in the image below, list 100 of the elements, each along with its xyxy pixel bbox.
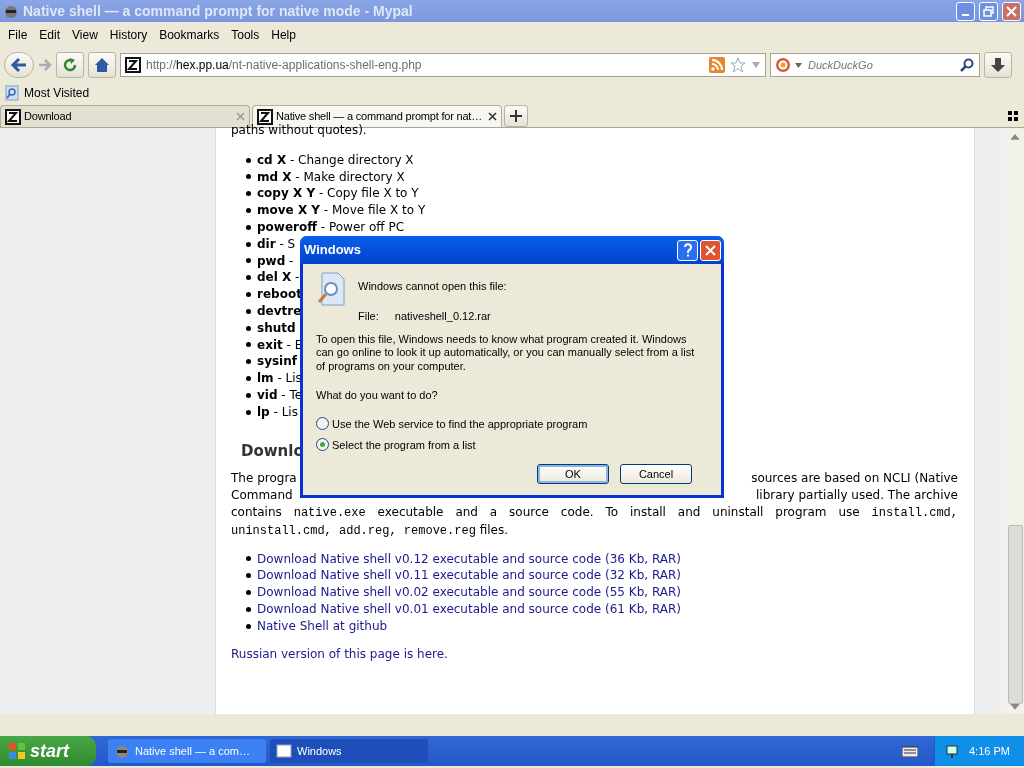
list-item: reboot (257, 286, 302, 303)
bullet-icon (246, 359, 251, 365)
close-icon[interactable] (488, 112, 497, 121)
bullet-icon (246, 292, 251, 298)
start-button[interactable]: start (0, 736, 96, 766)
radio-option[interactable]: Select the program from a list (316, 434, 476, 456)
restore-button[interactable] (979, 1, 998, 21)
close-icon (1006, 5, 1017, 17)
star-icon[interactable] (730, 57, 746, 73)
list-item: sysinf (257, 353, 297, 371)
home-icon (94, 57, 110, 73)
list-item: move X Y - Move file X to Y (257, 202, 426, 219)
download-link[interactable]: Download Native shell v0.01 executable and source code (61 Kb, RAR) (257, 600, 681, 618)
grid-icon[interactable] (1008, 111, 1018, 121)
document-search-icon (316, 272, 348, 308)
scroll-up-icon[interactable] (1010, 134, 1020, 140)
paragraph-text: Command (231, 487, 293, 504)
bullet-icon (246, 191, 251, 197)
bullet-icon (246, 623, 251, 629)
list-item: md X - Make directory X (257, 168, 405, 186)
taskbar-button[interactable]: Native shell — a com… (108, 739, 266, 763)
dialog-title: Windows (304, 241, 362, 260)
question-icon (682, 243, 693, 257)
window-title: Native shell — a command prompt for native mode - Mypal (23, 1, 413, 21)
download-link[interactable]: Native Shell at github (257, 617, 388, 635)
download-arrow-icon (990, 57, 1006, 73)
dialog-button[interactable]: Cancel (620, 464, 692, 485)
list-item: dir - S (257, 235, 296, 253)
restore-icon (983, 5, 994, 17)
bullet-icon (246, 556, 251, 562)
bullet-icon (246, 174, 251, 180)
bullet-icon (246, 409, 251, 415)
dialog-question: What do you want to do? (316, 387, 439, 403)
site-icon (257, 108, 273, 125)
list-item: devtre (257, 302, 302, 320)
list-item: del X - (257, 269, 300, 287)
help-button[interactable] (677, 239, 698, 261)
browser-tab[interactable]: Download (0, 105, 250, 127)
taskbar-button[interactable]: Windows (270, 739, 428, 763)
menu-item[interactable]: View (66, 26, 104, 44)
radio-button[interactable] (316, 417, 329, 431)
new-tab-button[interactable] (504, 105, 528, 127)
bullet-icon (246, 258, 251, 264)
bullet-icon (246, 308, 251, 314)
menu-item[interactable]: Edit (33, 26, 67, 44)
dialog-button[interactable]: OK (537, 464, 609, 485)
home-button[interactable] (88, 52, 116, 78)
reload-icon (62, 57, 78, 73)
dialog-body-text: To open this file, Windows needs to know what program created it. Windows can go online to look it up automatically, or you can manually select from a list of programs on your computer. (316, 333, 696, 373)
download-link[interactable]: Download Native shell v0.12 executable and source code (36 Kb, RAR) (257, 550, 681, 568)
bullet-icon (246, 241, 251, 247)
scrollbar-thumb[interactable] (1007, 524, 1023, 705)
caret-icon (795, 62, 802, 68)
radio-option[interactable]: Use the Web service to find the appropriate program (316, 413, 588, 435)
download-button[interactable] (984, 52, 1012, 78)
close-button[interactable] (700, 239, 721, 261)
menu-item[interactable]: File (2, 26, 34, 44)
menu-item[interactable]: Tools (225, 26, 266, 44)
back-button[interactable] (4, 52, 34, 78)
menu-item[interactable]: History (103, 26, 154, 44)
back-arrow-icon (10, 57, 28, 73)
bullet-icon (246, 224, 251, 230)
menu-item[interactable]: Help (265, 26, 302, 44)
rss-icon[interactable] (709, 57, 725, 73)
bookmark-item[interactable]: Most Visited (24, 84, 90, 102)
list-item: shutd (257, 319, 296, 337)
file-label: File: (358, 308, 379, 324)
network-icon[interactable] (945, 743, 961, 759)
list-item: lp - Lis (257, 403, 298, 421)
bullet-icon (246, 392, 251, 398)
bullet-icon (246, 376, 251, 382)
minimize-icon (962, 14, 969, 16)
close-icon (705, 244, 716, 256)
list-item: cd X - Change directory X (257, 151, 414, 169)
paragraph-text: library partially used. The archive (756, 487, 958, 504)
download-link[interactable]: Download Native shell v0.02 executable and source code (55 Kb, RAR) (257, 584, 681, 601)
page-link[interactable]: Russian version of this page is here. (231, 645, 448, 663)
search-bar[interactable]: DuckDuckGo (770, 53, 980, 77)
close-button[interactable] (1002, 1, 1021, 21)
file-name: nativeshell_0.12.rar (394, 308, 491, 324)
bullet-icon (246, 325, 251, 331)
reload-button[interactable] (56, 52, 84, 78)
list-item: pwd - (257, 252, 294, 270)
download-link[interactable]: Download Native shell v0.11 executable and source code (32 Kb, RAR) (257, 567, 681, 585)
forward-arrow-icon (38, 58, 52, 72)
address-field[interactable]: http://hex.pp.ua/nt-native-applications-shell-eng.php (120, 53, 766, 77)
windows-flag-icon (8, 742, 26, 760)
bullet-icon (246, 573, 251, 579)
search-icon[interactable] (960, 58, 974, 72)
minimize-button[interactable] (956, 1, 975, 21)
paragraph-text: sources are based on NCLI (Native (751, 470, 958, 488)
clock-text: 4:16 PM (969, 743, 1010, 759)
list-item: copy X Y - Copy file X to Y (257, 185, 419, 203)
bullet-icon (246, 606, 251, 612)
paragraph-text: contains native.exe executable and a source code. To install and uninstall program use install.cmd, (231, 503, 958, 522)
radio-button[interactable] (316, 438, 329, 452)
keyboard-icon[interactable] (902, 745, 918, 757)
menu-item[interactable]: Bookmarks (153, 26, 226, 44)
list-item: poweroff - Power off PC (257, 219, 405, 236)
window-icon (276, 744, 292, 758)
